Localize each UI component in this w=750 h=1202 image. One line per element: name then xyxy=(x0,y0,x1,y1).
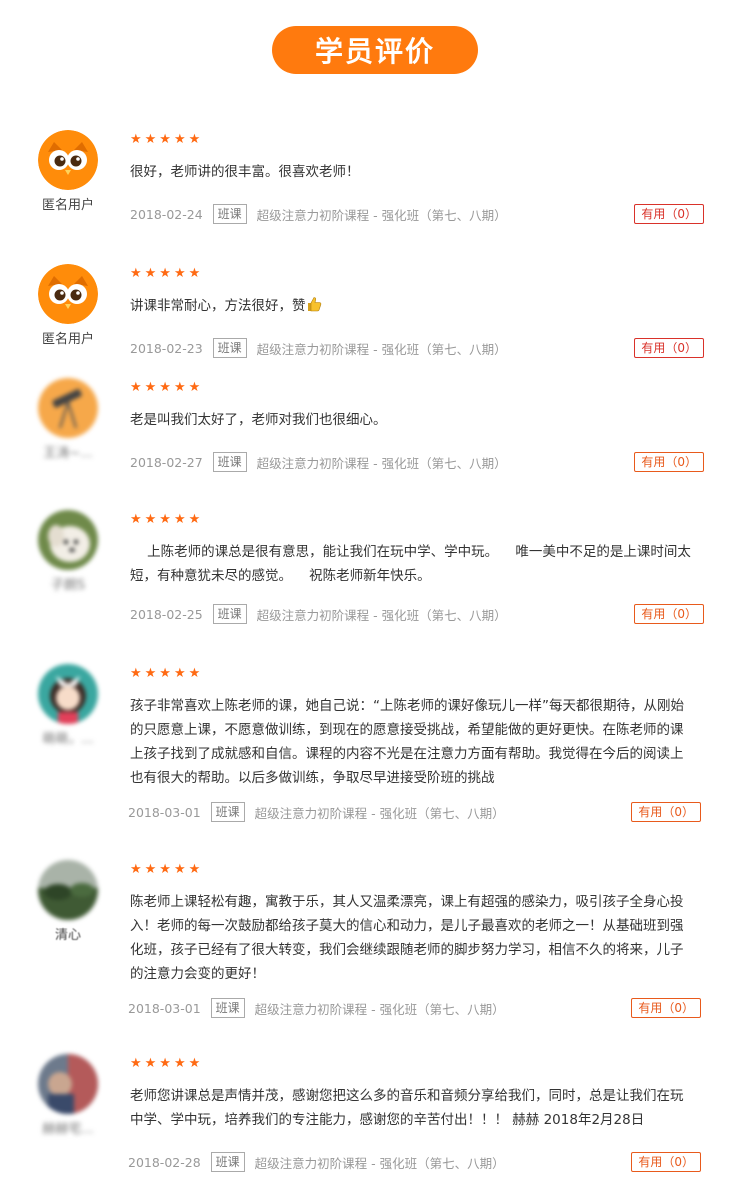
star-rating: ★★★★★ xyxy=(130,380,204,395)
review-item: 赫赫宅... ★★★★★ 老师您讲课总是声情并茂，感谢您把这么多的音乐和音频分享… xyxy=(0,1054,750,1184)
course-name[interactable]: 超级注意力初阶课程 - 强化班（第七、八期） xyxy=(255,803,505,822)
review-date: 2018-03-01 xyxy=(128,804,201,820)
username: 萌萌，... xyxy=(42,732,94,747)
review-date: 2018-02-28 xyxy=(128,1154,201,1170)
course-name[interactable]: 超级注意力初阶课程 - 强化班（第七、八期） xyxy=(257,339,507,358)
girl-avatar-icon[interactable] xyxy=(38,664,98,724)
username: 赫赫宅... xyxy=(42,1122,94,1137)
review-meta: 2018-03-01 班课 超级注意力初阶课程 - 强化班（第七、八期） xyxy=(128,998,505,1018)
review-text: 老师您讲课总是声情并茂，感谢您把这么多的音乐和音频分享给我们，同时，总是让我们在… xyxy=(130,1088,684,1128)
owl-avatar-icon[interactable] xyxy=(38,130,98,190)
review-item: 王涛~... ★★★★★ 老是叫我们太好了，老师对我们也很细心。 2018-02… xyxy=(0,378,750,478)
review-meta: 2018-02-25 班课 超级注意力初阶课程 - 强化班（第七、八期） xyxy=(130,604,507,624)
course-name[interactable]: 超级注意力初阶课程 - 强化班（第七、八期） xyxy=(257,605,507,624)
review-meta: 2018-03-01 班课 超级注意力初阶课程 - 强化班（第七、八期） xyxy=(128,802,505,822)
star-rating: ★★★★★ xyxy=(130,862,204,877)
star-rating: ★★★★★ xyxy=(130,1056,204,1071)
review-date: 2018-02-23 xyxy=(130,340,203,356)
review-meta: 2018-02-24 班课 超级注意力初阶课程 - 强化班（第七、八期） xyxy=(130,204,507,224)
star-rating: ★★★★★ xyxy=(130,512,204,527)
page-title: 学员评价 xyxy=(272,26,478,74)
review-date: 2018-02-25 xyxy=(130,606,203,622)
helpful-button[interactable]: 有用（0） xyxy=(634,338,704,358)
class-tag: 班课 xyxy=(210,998,245,1018)
landscape-avatar-icon[interactable] xyxy=(38,860,98,920)
review-text: 讲课非常耐心，方法很好，赞 xyxy=(130,294,696,318)
username: 匿名用户 xyxy=(41,198,94,213)
class-tag: 班课 xyxy=(212,204,247,224)
review-text: 很好，老师讲的很丰富。很喜欢老师！ xyxy=(130,164,360,180)
helpful-button[interactable]: 有用（0） xyxy=(631,802,701,822)
review-text: 上陈老师的课总是很有意思，能让我们在玩中学、学中玩。 唯一美中不足的是上课时间太… xyxy=(130,544,691,584)
helpful-button[interactable]: 有用（0） xyxy=(634,604,704,624)
review-item: 匿名用户 ★★★★★ 很好，老师讲的很丰富。很喜欢老师！ 2018-02-24 … xyxy=(0,130,750,230)
review-text: 陈老师上课轻松有趣，寓教于乐，其人又温柔漂亮，课上有超强的感染力，吸引孩子全身心… xyxy=(130,894,684,982)
course-name[interactable]: 超级注意力初阶课程 - 强化班（第七、八期） xyxy=(257,453,507,472)
star-rating: ★★★★★ xyxy=(130,132,204,147)
star-rating: ★★★★★ xyxy=(130,666,204,681)
review-item: 清心 ★★★★★ 陈老师上课轻松有趣，寓教于乐，其人又温柔漂亮，课上有超强的感染… xyxy=(0,860,750,1020)
username: 清心 xyxy=(54,928,81,943)
review-item: 子朗S ★★★★★ 上陈老师的课总是很有意思，能让我们在玩中学、学中玩。 唯一美… xyxy=(0,510,750,630)
review-text-body: 讲课非常耐心，方法很好，赞 xyxy=(130,298,306,314)
review-text: 老是叫我们太好了，老师对我们也很细心。 xyxy=(130,412,387,428)
username: 王涛~... xyxy=(43,446,93,461)
review-item: 萌萌，... ★★★★★ 孩子非常喜欢上陈老师的课，她自己说：“上陈老师的课好像… xyxy=(0,664,750,824)
class-tag: 班课 xyxy=(210,802,245,822)
class-tag: 班课 xyxy=(212,452,247,472)
course-name[interactable]: 超级注意力初阶课程 - 强化班（第七、八期） xyxy=(255,1153,505,1172)
review-meta: 2018-02-23 班课 超级注意力初阶课程 - 强化班（第七、八期） xyxy=(130,338,507,358)
class-tag: 班课 xyxy=(212,604,247,624)
review-meta: 2018-02-28 班课 超级注意力初阶课程 - 强化班（第七、八期） xyxy=(128,1152,505,1172)
helpful-button[interactable]: 有用（0） xyxy=(634,452,704,472)
review-date: 2018-02-27 xyxy=(130,454,203,470)
review-meta: 2018-02-27 班课 超级注意力初阶课程 - 强化班（第七、八期） xyxy=(130,452,507,472)
owl-avatar-icon[interactable] xyxy=(38,264,98,324)
review-date: 2018-02-24 xyxy=(130,206,203,222)
username: 子朗S xyxy=(50,578,86,593)
course-name[interactable]: 超级注意力初阶课程 - 强化班（第七、八期） xyxy=(257,205,507,224)
review-text: 孩子非常喜欢上陈老师的课，她自己说：“上陈老师的课好像玩儿一样”每天都很期待，从… xyxy=(130,698,684,786)
thumbs-up-icon xyxy=(306,296,322,312)
dog-avatar-icon[interactable] xyxy=(38,510,98,570)
telescope-avatar-icon[interactable] xyxy=(38,378,98,438)
photo-avatar-icon[interactable] xyxy=(38,1054,98,1114)
review-item: 匿名用户 ★★★★★ 讲课非常耐心，方法很好，赞 2018-02-23 班课 超… xyxy=(0,264,750,364)
helpful-button[interactable]: 有用（0） xyxy=(631,1152,701,1172)
class-tag: 班课 xyxy=(212,338,247,358)
star-rating: ★★★★★ xyxy=(130,266,204,281)
helpful-button[interactable]: 有用（0） xyxy=(634,204,704,224)
course-name[interactable]: 超级注意力初阶课程 - 强化班（第七、八期） xyxy=(255,999,505,1018)
username: 匿名用户 xyxy=(41,332,94,347)
helpful-button[interactable]: 有用（0） xyxy=(631,998,701,1018)
review-date: 2018-03-01 xyxy=(128,1000,201,1016)
class-tag: 班课 xyxy=(210,1152,245,1172)
